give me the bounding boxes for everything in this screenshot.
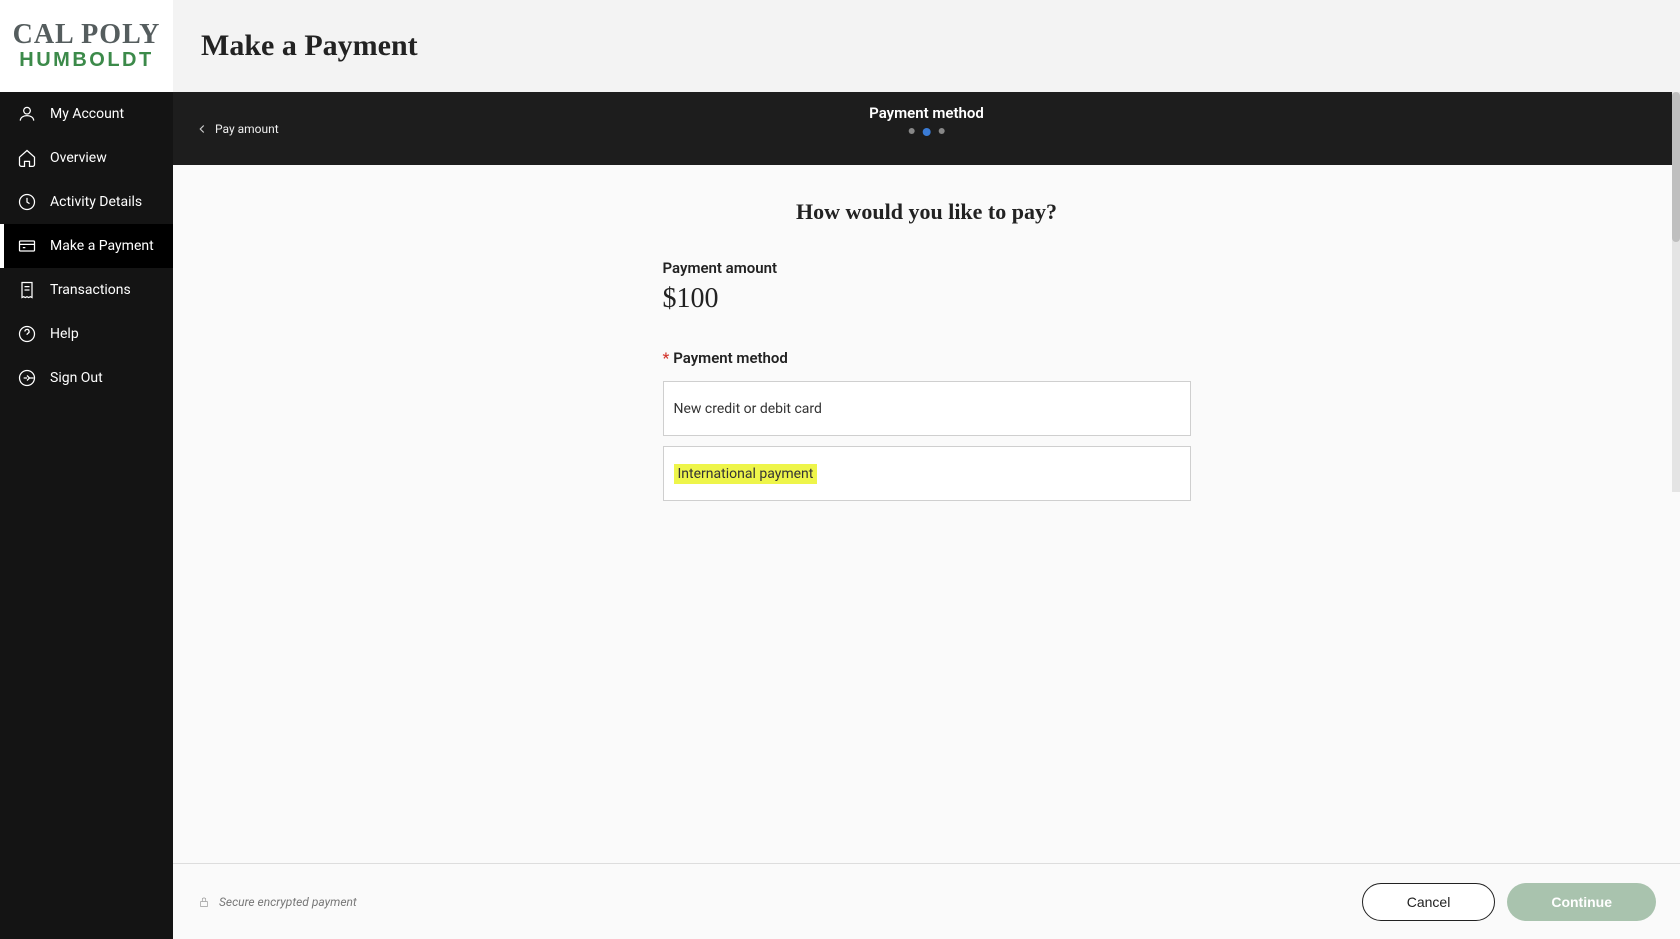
step-dot-3 [938,128,944,134]
payment-amount-value: $100 [663,283,1191,315]
continue-button[interactable]: Continue [1507,883,1656,921]
secure-note: Secure encrypted payment [197,895,357,909]
sidebar-item-label: Overview [50,150,107,166]
step-dot-2 [922,128,930,136]
sidebar-item-sign-out[interactable]: Sign Out [0,356,173,400]
sidebar-item-overview[interactable]: Overview [0,136,173,180]
receipt-icon [16,279,38,301]
scrollbar[interactable] [1672,92,1680,492]
back-label: Pay amount [215,122,279,136]
payment-option-label: International payment [674,464,818,484]
page-header: Make a Payment [173,0,1680,92]
sidebar-item-label: Make a Payment [50,238,154,254]
question-heading: How would you like to pay? [173,199,1680,225]
sidebar-item-label: Activity Details [50,194,142,210]
sidebar-item-label: My Account [50,106,124,122]
payment-method-label: *Payment method [663,349,1191,367]
sidebar-item-activity-details[interactable]: Activity Details [0,180,173,224]
help-icon [16,323,38,345]
clock-icon [16,191,38,213]
step-header: Pay amount Payment method [173,92,1680,165]
sidebar-item-my-account[interactable]: My Account [0,92,173,136]
sidebar-item-help[interactable]: Help [0,312,173,356]
sign-out-icon [16,367,38,389]
logo-line1: CAL POLY [13,21,161,49]
sidebar-item-label: Transactions [50,282,131,298]
home-icon [16,147,38,169]
step-title: Payment method [869,104,984,122]
lock-icon [197,895,211,909]
logo: CAL POLY HUMBOLDT [0,0,173,92]
cancel-button[interactable]: Cancel [1362,883,1496,921]
sidebar-item-label: Help [50,326,79,342]
secure-text: Secure encrypted payment [219,895,357,909]
sidebar-item-transactions[interactable]: Transactions [0,268,173,312]
content-area: How would you like to pay? Payment amoun… [173,165,1680,863]
payment-option-new-card[interactable]: New credit or debit card [663,381,1191,436]
page-title: Make a Payment [201,29,418,63]
step-dot-1 [908,128,914,134]
payment-option-international[interactable]: International payment [663,446,1191,501]
logo-line2: HUMBOLDT [19,49,153,71]
sidebar-item-label: Sign Out [50,370,103,386]
sidebar: My Account Overview Activity Details Mak… [0,92,173,939]
sidebar-item-make-a-payment[interactable]: Make a Payment [0,224,173,268]
required-star-icon: * [663,349,670,367]
step-indicator [869,128,984,136]
payment-option-label: New credit or debit card [674,401,822,417]
payment-amount-label: Payment amount [663,259,1191,277]
footer: Secure encrypted payment Cancel Continue [173,863,1680,939]
payment-icon [16,235,38,257]
back-button[interactable]: Pay amount [195,122,279,136]
user-icon [16,103,38,125]
